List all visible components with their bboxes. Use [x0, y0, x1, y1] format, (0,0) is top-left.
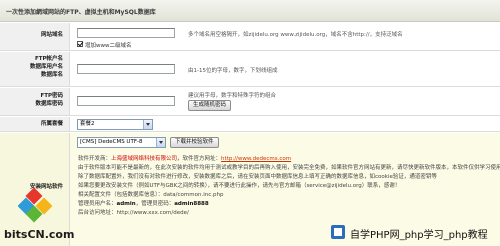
page-header: 一次性添加網域网站的FTP、虚拟主机和MySQL数据库 — [0, 0, 500, 22]
config-file-path: data/common.inc.php — [163, 192, 224, 198]
db-pass-label: 数据库密码 — [35, 101, 63, 107]
domain-input[interactable] — [77, 28, 175, 38]
php-site-icon — [331, 225, 345, 239]
ftp-user-input[interactable] — [77, 64, 175, 74]
config-file-line: 相关配置文件（包括数据库信息）：data/common.inc.php — [78, 190, 223, 198]
admin-password: admin8888 — [174, 201, 209, 207]
backend-url-line: 后台访问地址：http://www.xxx.com/dede/ — [78, 208, 189, 216]
admin-pass-prefix: ，管理员密码： — [135, 201, 175, 207]
bitscn-logo-text: bitsCN.com — [4, 228, 75, 241]
ftp-pass-hint: 建议用字母，数字和特殊字符的组合 — [188, 93, 277, 99]
ftp-user-row: FTP帐户名 数据库用户名 数据库名 由1-15位的字母，数字，下划线组成 — [0, 52, 500, 87]
package-row: 所属套餐 套餐2 — [0, 117, 500, 132]
db-name-label: 数据库名 — [40, 72, 63, 78]
watermark-text: 自学PHP网_php学习_php教程 — [350, 230, 488, 241]
notice-line-3: 如果您要更改安装文件（例如UTF与GBK之间的转换），请不要进行此操作，请先与官… — [78, 183, 401, 189]
chevron-down-icon — [156, 138, 165, 147]
ftp-user-label-cell: FTP帐户名 数据库用户名 数据库名 — [0, 52, 70, 86]
ftp-pass-label-cell: FTP密码 数据库密码 — [0, 88, 70, 115]
generate-password-button[interactable]: 生成随机密码 — [188, 100, 232, 111]
software-selected-value: [CMS] DedeCMS UTF-8 — [80, 139, 143, 145]
add-www-checkbox[interactable] — [77, 41, 83, 47]
notice-line-1: 由于软件版本可能不是最新的，在此次安装的软件均用于测试或教学目的后再购入使用，安… — [78, 165, 500, 171]
bitscn-logo-icon — [18, 188, 53, 223]
bitscn-logo: bitsCN.com — [4, 188, 74, 244]
domain-hint: 多个域名用空格隔开，如zijidelu.org www.zijidelu.org… — [188, 32, 403, 38]
vendor-line: 软件开发商：上海盛域网络科技有限公司，软件官方网址：http://www.ded… — [78, 154, 291, 162]
page-title: 一次性添加網域网站的FTP、虚拟主机和MySQL数据库 — [6, 9, 156, 16]
official-site-prefix: ，软件官方网址： — [177, 156, 222, 162]
domain-label: 网站域名 — [40, 32, 63, 38]
domain-label-cell: 网站域名 — [0, 23, 70, 50]
ftp-account-label: FTP帐户名 — [34, 56, 63, 62]
ftp-user-hint: 由1-15位的字母，数字，下划线组成 — [188, 68, 278, 74]
vendor-prefix: 软件开发商： — [78, 156, 112, 162]
backend-url: http://www.xxx.com/dede/ — [116, 210, 189, 216]
ftp-pass-row: FTP密码 数据库密码 建议用字母，数字和特殊字符的组合 生成随机密码 — [0, 88, 500, 116]
ftp-pass-input[interactable] — [77, 96, 175, 106]
download-verify-button[interactable]: 下载并校验软件 — [170, 137, 219, 148]
package-selected-value: 套餐2 — [80, 121, 95, 127]
add-www-label: 增加www二级域名 — [85, 43, 132, 49]
admin-user-prefix: 管理员用户名： — [78, 201, 117, 207]
db-user-label: 数据库用户名 — [29, 64, 63, 70]
notice-line-2: 除了数据库配置外，我们没有对软件进行修改，安装数据库之后，请在安装页面中数据库信… — [78, 174, 437, 180]
official-site-link[interactable]: http://www.dedecms.com — [221, 156, 291, 162]
ftp-pass-label: FTP密码 — [40, 93, 63, 99]
package-select[interactable]: 套餐2 — [77, 119, 153, 130]
watermark: 自学PHP网_php学习_php教程 — [330, 222, 500, 244]
backend-url-prefix: 后台访问地址： — [78, 210, 117, 216]
config-file-prefix: 相关配置文件（包括数据库信息）： — [78, 192, 164, 198]
vendor-name: 上海盛域网络科技有限公司 — [111, 156, 178, 162]
admin-credentials-line: 管理员用户名：admin，管理员密码：admin8888 — [78, 199, 209, 207]
software-select[interactable]: [CMS] DedeCMS UTF-8 — [77, 137, 166, 148]
package-label-cell: 所属套餐 — [0, 117, 70, 131]
admin-username: admin — [116, 201, 136, 207]
chevron-down-icon — [143, 120, 152, 129]
package-label: 所属套餐 — [40, 121, 63, 127]
domain-row: 网站域名 多个域名用空格隔开，如zijidelu.org www.zijidel… — [0, 23, 500, 51]
